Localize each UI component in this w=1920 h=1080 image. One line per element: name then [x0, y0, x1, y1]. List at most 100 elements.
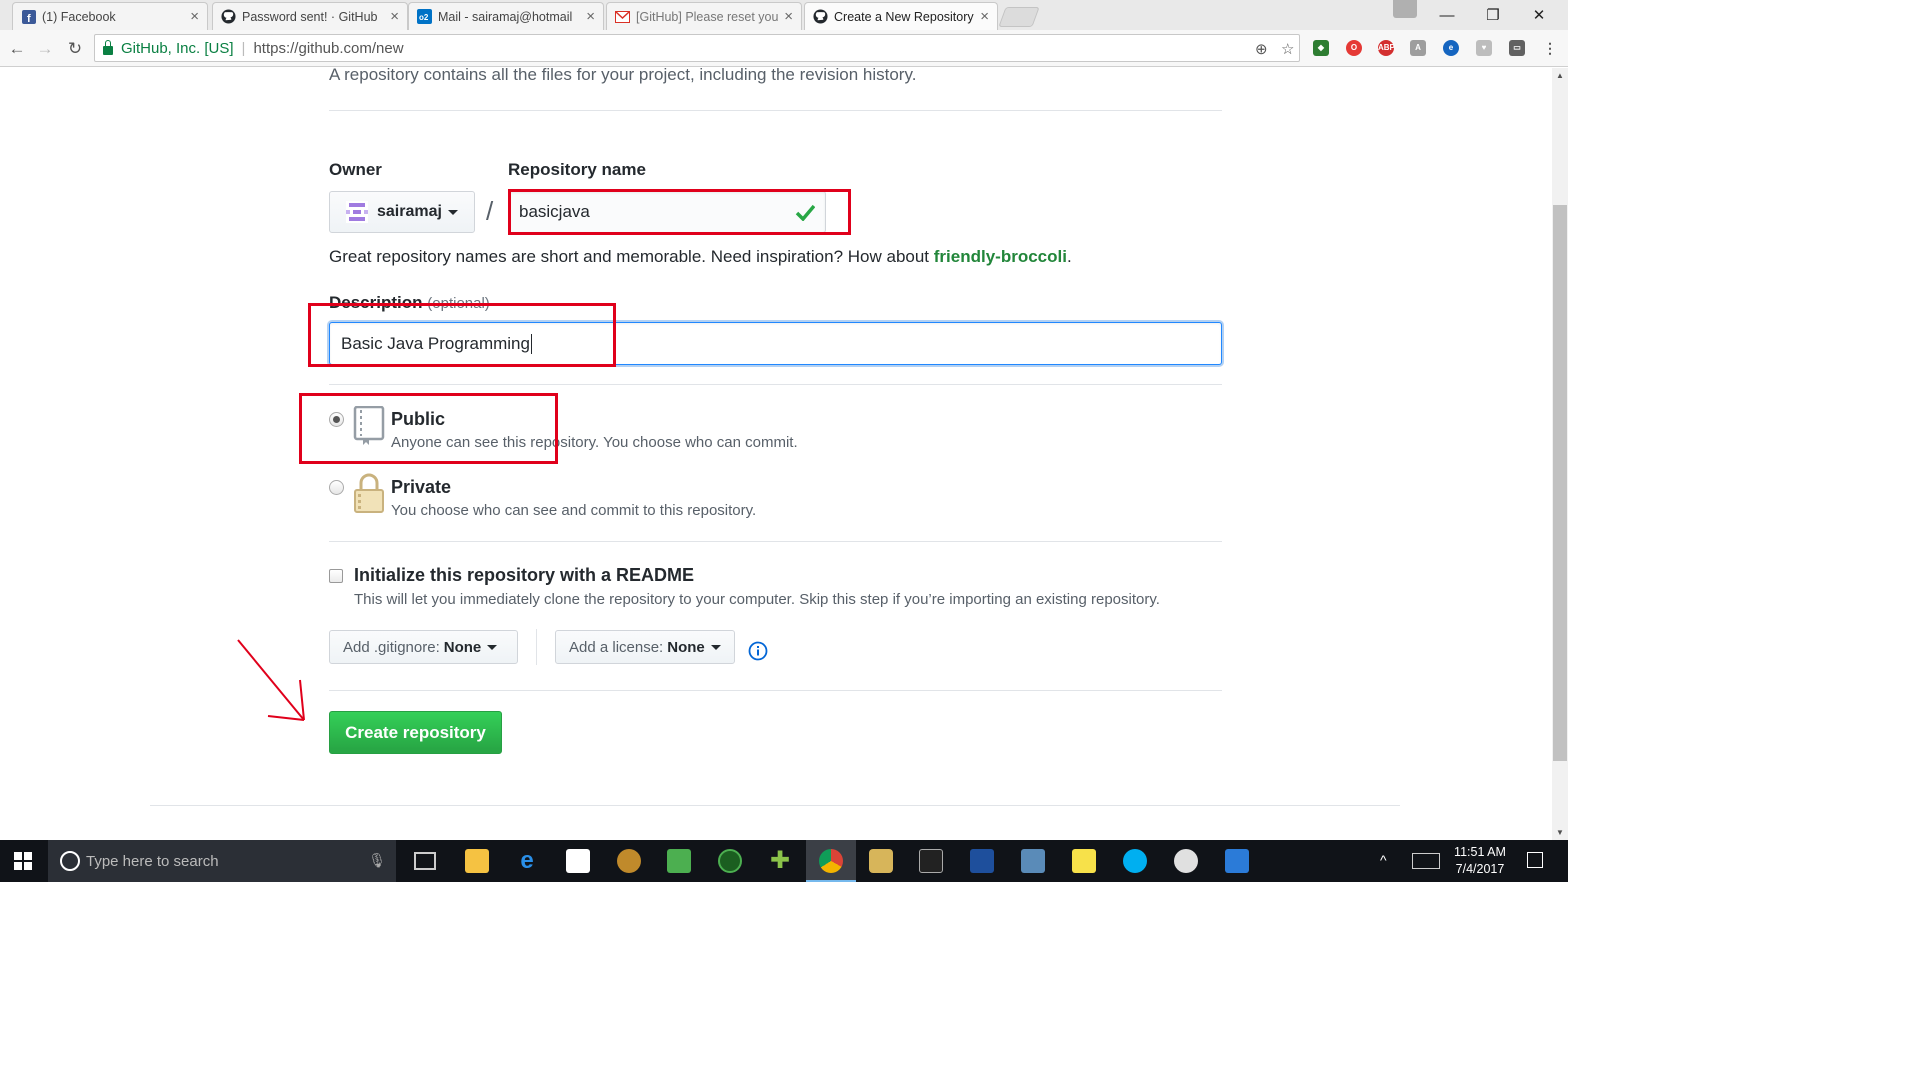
tab-facebook[interactable]: f (1) Facebook ×: [12, 2, 208, 30]
menu-icon[interactable]: ⋮: [1542, 40, 1558, 56]
terminal-icon[interactable]: [919, 849, 943, 873]
divider: [329, 541, 1222, 542]
opera-icon[interactable]: O: [1346, 40, 1362, 56]
reload-icon[interactable]: ↻: [64, 38, 86, 60]
browser-toolbar: ← → ↻ GitHub, Inc. [US] | https://github…: [0, 30, 1568, 67]
annotation-box-repo-name: [508, 189, 851, 235]
license-select[interactable]: Add a license: None: [555, 630, 735, 664]
tab-label: [GitHub] Please reset you: [636, 9, 779, 24]
scroll-up-icon[interactable]: ▲: [1556, 71, 1564, 80]
readme-checkbox[interactable]: [329, 569, 343, 583]
new-tab-button[interactable]: [998, 7, 1040, 27]
restore-icon[interactable]: ❐: [1470, 0, 1516, 30]
forward-icon[interactable]: →: [34, 38, 56, 60]
close-icon[interactable]: ×: [586, 8, 595, 25]
adblock-icon[interactable]: ABP: [1378, 40, 1395, 56]
outlook-icon: o2: [417, 9, 432, 24]
app-icon[interactable]: [1021, 849, 1045, 873]
powershell-icon[interactable]: [970, 849, 994, 873]
bookmark-star-icon[interactable]: ☆: [1281, 40, 1294, 58]
skype-icon[interactable]: [1123, 849, 1147, 873]
hint-suffix: .: [1066, 247, 1072, 266]
divider: [329, 690, 1222, 691]
clock-date: 7/4/2017: [1455, 862, 1505, 876]
app-icon[interactable]: [869, 849, 893, 873]
edge-icon[interactable]: e: [515, 849, 539, 873]
taskbar-search[interactable]: Type here to search 🎙: [48, 840, 396, 882]
app-icon[interactable]: [718, 849, 742, 873]
owner-repo-separator: /: [486, 196, 494, 226]
visual-studio-icon[interactable]: [1225, 849, 1249, 873]
close-window-icon[interactable]: ✕: [1516, 0, 1562, 30]
app-icon[interactable]: [617, 849, 641, 873]
minimize-icon[interactable]: —: [1424, 0, 1470, 30]
license-label: Add a license:: [569, 638, 664, 656]
keyboard-icon[interactable]: [1412, 853, 1440, 869]
chevron-down-icon: [447, 209, 458, 215]
tab-password-sent[interactable]: Password sent! · GitHub ×: [212, 2, 408, 30]
back-icon[interactable]: ←: [6, 38, 28, 60]
chevron-up-icon[interactable]: ^: [1380, 852, 1387, 868]
paint-icon[interactable]: [1174, 849, 1198, 873]
scroll-thumb[interactable]: [1553, 205, 1567, 761]
sticky-notes-icon[interactable]: [1072, 849, 1096, 873]
microphone-icon[interactable]: 🎙: [368, 852, 386, 869]
windows-start-icon[interactable]: [14, 852, 32, 875]
lock-icon: [353, 472, 385, 519]
page-scrollbar[interactable]: ▲ ▼: [1552, 68, 1568, 840]
close-icon[interactable]: ×: [190, 8, 199, 25]
chevron-down-icon: [487, 644, 498, 650]
close-icon[interactable]: ×: [390, 8, 399, 25]
gitignore-label: Add .gitignore:: [343, 638, 440, 656]
hint-text: Great repository names are short and mem…: [329, 247, 934, 266]
readme-description: This will let you immediately clone the …: [354, 591, 1160, 608]
info-icon[interactable]: [748, 641, 768, 666]
github-icon: [221, 9, 236, 24]
app-icon[interactable]: [667, 849, 691, 873]
extension-icon[interactable]: A: [1410, 40, 1426, 56]
owner-select[interactable]: sairamaj: [329, 191, 475, 233]
file-explorer-icon[interactable]: [465, 849, 489, 873]
close-icon[interactable]: ×: [784, 8, 793, 25]
name-suggestion-link[interactable]: friendly-broccoli: [934, 247, 1067, 266]
cortana-icon: [60, 851, 80, 871]
secure-origin-label: GitHub, Inc. [US]: [121, 39, 234, 57]
search-placeholder: Type here to search: [86, 852, 219, 870]
repo-name-hint: Great repository names are short and mem…: [329, 247, 1072, 267]
zoom-icon[interactable]: ⊕: [1255, 40, 1268, 58]
repo-name-label: Repository name: [508, 160, 646, 179]
task-view-icon[interactable]: [414, 852, 436, 870]
chrome-icon[interactable]: [819, 849, 843, 873]
store-icon[interactable]: [566, 849, 590, 873]
annotation-box-description: [308, 303, 616, 367]
pocket-icon[interactable]: ♥: [1476, 40, 1492, 56]
divider: [329, 384, 1222, 385]
private-radio[interactable]: [329, 480, 344, 495]
close-icon[interactable]: ×: [980, 8, 989, 25]
app-icon[interactable]: ✚: [768, 849, 792, 873]
address-bar[interactable]: GitHub, Inc. [US] | https://github.com/n…: [94, 34, 1300, 62]
private-title: Private: [391, 477, 452, 497]
scroll-down-icon[interactable]: ▼: [1556, 828, 1564, 837]
extension-screen-icon[interactable]: ▭: [1509, 40, 1525, 56]
chevron-down-icon: [710, 644, 721, 650]
notifications-icon[interactable]: [1527, 852, 1543, 868]
extension-e-icon[interactable]: e: [1443, 40, 1459, 56]
tab-label: (1) Facebook: [42, 9, 116, 24]
tab-label: Create a New Repository: [834, 9, 974, 24]
readme-title: Initialize this repository with a README: [354, 565, 695, 585]
tab-mail[interactable]: o2 Mail - sairamaj@hotmail ×: [408, 2, 604, 30]
github-icon: [813, 9, 828, 24]
tab-create-repository[interactable]: Create a New Repository ×: [804, 2, 998, 30]
private-description: You choose who can see and commit to thi…: [391, 502, 757, 519]
profile-icon[interactable]: [1393, 0, 1417, 18]
create-repository-button[interactable]: Create repository: [329, 711, 502, 754]
url-text: https://github.com/new: [253, 39, 404, 57]
gitignore-value: None: [443, 638, 482, 656]
gitignore-select[interactable]: Add .gitignore: None: [329, 630, 518, 664]
browser-tab-strip: f (1) Facebook × Password sent! · GitHub…: [0, 0, 1568, 30]
tab-gmail[interactable]: [GitHub] Please reset you ×: [606, 2, 802, 30]
taskbar-clock[interactable]: 11:51 AM 7/4/2017: [1440, 844, 1520, 878]
extension-shield-icon[interactable]: ◆: [1313, 40, 1329, 56]
annotation-arrow: [234, 636, 314, 731]
